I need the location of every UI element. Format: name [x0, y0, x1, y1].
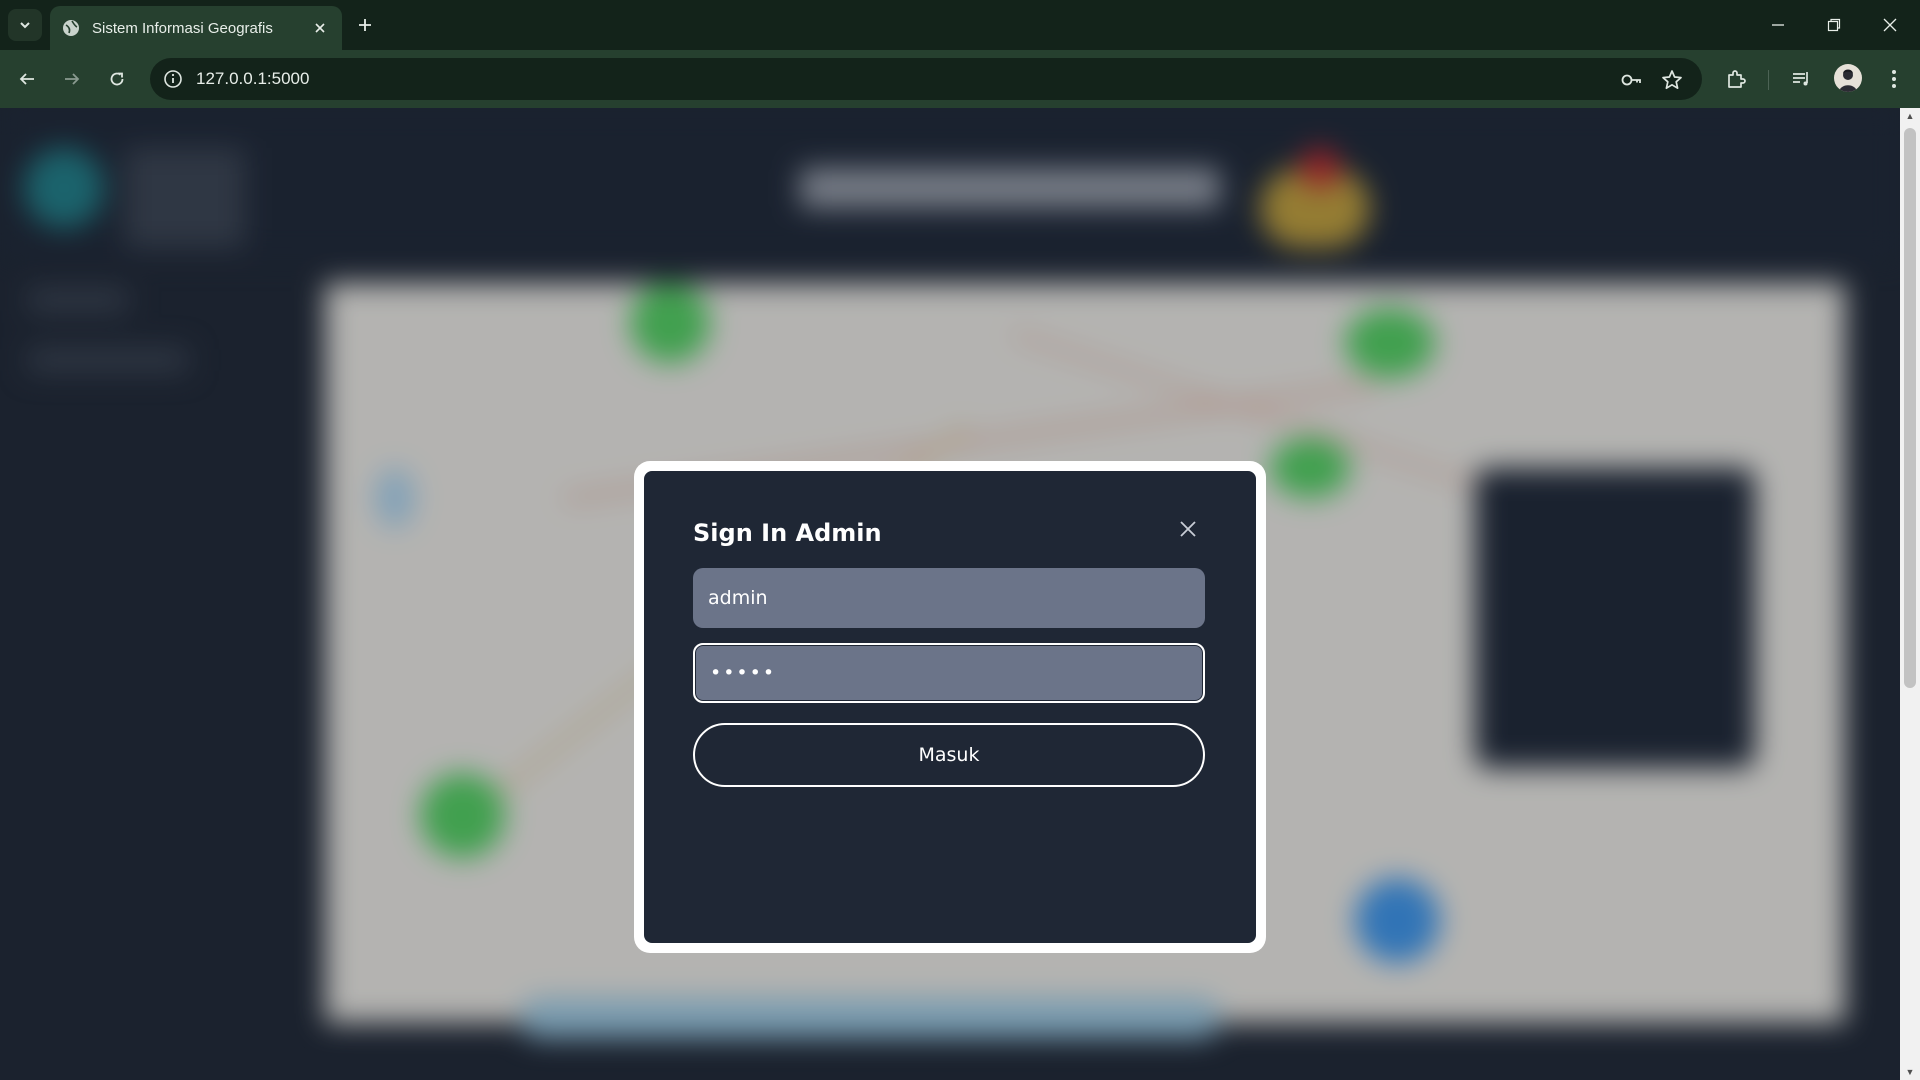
globe-icon [62, 19, 80, 37]
media-control-icon[interactable] [1786, 64, 1816, 94]
kebab-menu-icon[interactable] [1879, 64, 1909, 94]
tab-search-icon[interactable] [8, 9, 42, 41]
page-viewport: ▲ ▼ Sign In Admin Masuk [0, 108, 1920, 1080]
plus-icon[interactable] [352, 12, 378, 38]
username-field[interactable] [693, 568, 1205, 628]
password-key-icon[interactable] [1619, 68, 1643, 92]
browser-tab[interactable]: Sistem Informasi Geografis [50, 6, 342, 50]
extensions-icon[interactable] [1721, 64, 1751, 94]
sign-in-modal: Sign In Admin Masuk [634, 461, 1266, 953]
toolbar-separator [1768, 70, 1769, 90]
window-close-icon[interactable] [1862, 0, 1918, 50]
minimize-icon[interactable] [1750, 0, 1806, 50]
reload-icon[interactable] [102, 64, 132, 94]
sign-in-modal-body: Sign In Admin Masuk [644, 471, 1256, 943]
password-field[interactable] [693, 643, 1205, 703]
forward-arrow-icon[interactable] [57, 64, 87, 94]
close-icon[interactable] [310, 18, 330, 38]
browser-toolbar: 127.0.0.1:5000 [0, 50, 1920, 108]
scrollbar-thumb[interactable] [1904, 128, 1916, 688]
bookmark-star-icon[interactable] [1660, 68, 1684, 92]
scroll-up-arrow-icon[interactable]: ▲ [1900, 108, 1920, 124]
browser-titlebar: Sistem Informasi Geografis [0, 0, 1920, 50]
close-icon[interactable] [1174, 515, 1202, 543]
masuk-button[interactable]: Masuk [693, 723, 1205, 787]
tab-title: Sistem Informasi Geografis [92, 19, 273, 37]
scroll-down-arrow-icon[interactable]: ▼ [1900, 1064, 1920, 1080]
vertical-scrollbar[interactable]: ▲ ▼ [1900, 108, 1920, 1080]
modal-title: Sign In Admin [693, 519, 882, 547]
back-arrow-icon[interactable] [12, 64, 42, 94]
address-bar[interactable]: 127.0.0.1:5000 [150, 58, 1702, 100]
site-info-icon[interactable] [162, 68, 184, 90]
url-text: 127.0.0.1:5000 [196, 69, 310, 88]
profile-avatar[interactable] [1834, 64, 1862, 92]
restore-icon[interactable] [1806, 0, 1862, 50]
